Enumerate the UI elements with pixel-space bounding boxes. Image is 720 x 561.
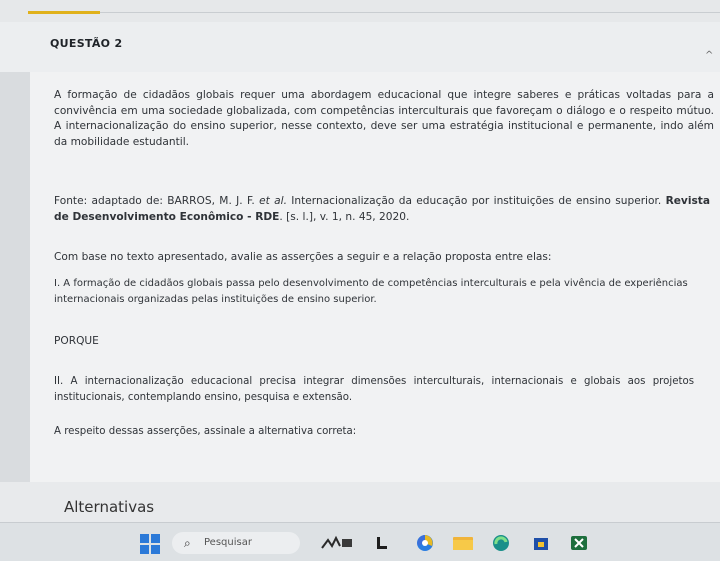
top-bar xyxy=(0,0,720,22)
instruction-text: Com base no texto apresentado, avalie as… xyxy=(54,251,552,263)
alternatives-section: Alternativas xyxy=(0,482,720,522)
source-title: Internacionalização da educação por inst… xyxy=(286,195,666,207)
chrome-icon[interactable] xyxy=(416,534,434,552)
connector-text: PORQUE xyxy=(54,335,99,347)
windows-start-icon[interactable] xyxy=(140,534,160,554)
context-paragraph: A formação de cidadãos globais requer um… xyxy=(54,89,714,148)
search-icon: ⌕ xyxy=(184,536,191,550)
question-title: QUESTÃO 2 xyxy=(50,37,123,50)
search-placeholder: Pesquisar xyxy=(204,537,252,548)
alternatives-title: Alternativas xyxy=(64,498,155,516)
file-explorer-icon[interactable] xyxy=(452,534,474,552)
source-et-al: et al. xyxy=(259,195,287,207)
assertion-one: I. A formação de cidadãos globais passa … xyxy=(54,278,688,305)
collapse-chevron-icon[interactable]: ^ xyxy=(705,50,713,61)
assertion-two: II. A internacionalização educacional pr… xyxy=(54,376,694,403)
store-icon[interactable] xyxy=(532,534,550,552)
taskbar-search-input[interactable]: ⌕ Pesquisar xyxy=(172,532,300,554)
answer-prompt: A respeito dessas asserções, assinale a … xyxy=(54,426,357,437)
task-view-icon[interactable] xyxy=(374,534,392,552)
source-citation: Fonte: adaptado de: BARROS, M. J. F. et … xyxy=(54,194,710,225)
progress-accent-line xyxy=(28,11,100,14)
source-suffix: . [s. l.], v. 1, n. 45, 2020. xyxy=(279,210,410,223)
source-prefix: Fonte: adaptado de: BARROS, M. J. F. xyxy=(54,195,260,207)
divider-line xyxy=(100,12,720,13)
question-header: QUESTÃO 2 ^ xyxy=(0,22,720,72)
taskbar: ⌕ Pesquisar xyxy=(0,522,720,561)
question-content: A formação de cidadãos globais requer um… xyxy=(30,72,720,516)
widgets-icon[interactable] xyxy=(320,534,354,552)
edge-icon[interactable] xyxy=(492,534,510,552)
excel-icon[interactable] xyxy=(570,534,588,552)
